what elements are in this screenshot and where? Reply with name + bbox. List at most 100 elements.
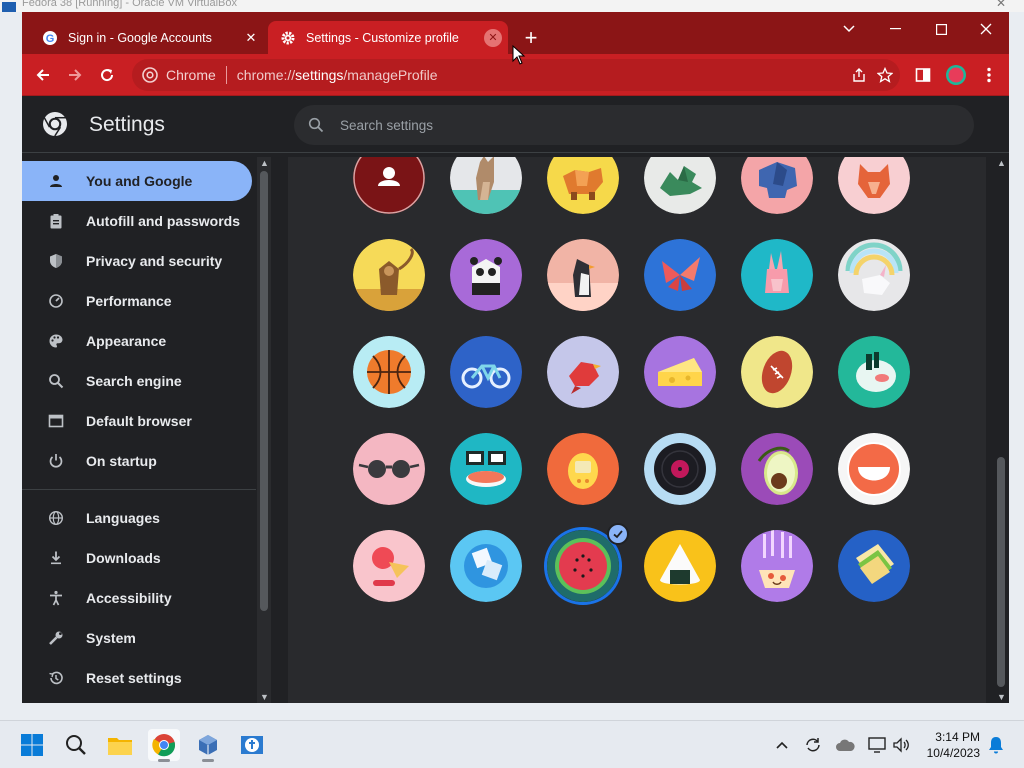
avatar-dragon[interactable]	[644, 157, 716, 214]
avatar-cheese[interactable]	[644, 336, 716, 408]
sidebar-item-autofill[interactable]: Autofill and passwords	[22, 201, 252, 241]
chrome-logo-icon	[42, 111, 68, 137]
system-clock[interactable]: 3:14 PM 10/4/2023	[927, 729, 980, 761]
side-panel-icon[interactable]	[910, 62, 936, 88]
sync-icon[interactable]	[803, 735, 823, 755]
share-icon[interactable]	[850, 66, 868, 84]
virtualbox-taskbar-icon[interactable]	[192, 729, 224, 762]
avatar-fox-dog[interactable]	[547, 157, 619, 214]
sidebar-item-system[interactable]: System	[22, 618, 252, 658]
sidebar-item-default-browser[interactable]: Default browser	[22, 401, 252, 441]
shield-icon	[46, 251, 66, 271]
windows-start-icon[interactable]	[16, 729, 48, 761]
sidebar-item-privacy[interactable]: Privacy and security	[22, 241, 252, 281]
bookmark-star-icon[interactable]	[876, 66, 894, 84]
avatar-monkey[interactable]	[353, 239, 425, 311]
host-window-title: Fedora 38 [Running] - Oracle VM VirtualB…	[22, 0, 238, 9]
chrome-taskbar-icon[interactable]	[148, 729, 180, 762]
scrollbar-thumb[interactable]	[260, 171, 268, 611]
profile-avatar-button[interactable]	[943, 62, 969, 88]
sidebar-item-search-engine[interactable]: Search engine	[22, 361, 252, 401]
sidebar-item-reset-settings[interactable]: Reset settings	[22, 658, 252, 698]
tab-settings[interactable]: Settings - Customize profile ✕	[268, 21, 508, 54]
network-monitor-icon[interactable]	[867, 735, 887, 755]
host-close-icon[interactable]: ✕	[996, 0, 1006, 10]
avatar-sushi-bowl[interactable]	[838, 336, 910, 408]
sidebar-item-appearance[interactable]: Appearance	[22, 321, 252, 361]
avatar-avocado[interactable]	[741, 433, 813, 505]
sidebar-item-label: Accessibility	[86, 590, 172, 606]
avatar-basketball[interactable]	[353, 336, 425, 408]
avatar-rabbit[interactable]	[741, 239, 813, 311]
avatar-football[interactable]	[741, 336, 813, 408]
avatar-ice-cream[interactable]	[353, 530, 425, 602]
speedometer-icon	[46, 291, 66, 311]
tab-close-icon[interactable]: ✕	[484, 28, 502, 47]
scrollbar-thumb[interactable]	[997, 457, 1005, 687]
virtualbox-icon	[2, 2, 16, 12]
sidebar-item-you-and-google[interactable]: You and Google	[22, 161, 252, 201]
avatar-unicorn[interactable]	[838, 239, 910, 311]
reload-button[interactable]	[94, 62, 120, 88]
sidebar-item-accessibility[interactable]: Accessibility	[22, 578, 252, 618]
volume-icon[interactable]	[891, 735, 911, 755]
clipboard-icon	[46, 211, 66, 231]
gear-icon	[280, 30, 296, 46]
onedrive-cloud-icon[interactable]	[835, 735, 855, 755]
google-g-icon: G	[42, 30, 58, 46]
avatar-onigiri[interactable]	[644, 530, 716, 602]
sidebar-item-on-startup[interactable]: On startup	[22, 441, 252, 481]
notification-bell-icon[interactable]	[986, 735, 1006, 755]
sidebar-item-performance[interactable]: Performance	[22, 281, 252, 321]
scroll-up-arrow-icon[interactable]: ▲	[997, 158, 1006, 168]
scroll-down-arrow-icon[interactable]: ▼	[997, 692, 1006, 702]
avatar-sunglasses[interactable]	[353, 433, 425, 505]
avatar-penguin[interactable]	[547, 239, 619, 311]
avatar-watermelon[interactable]	[547, 530, 619, 602]
search-icon	[46, 371, 66, 391]
sidebar-item-label: Autofill and passwords	[86, 213, 241, 229]
tab-close-icon[interactable]: ✕	[242, 29, 260, 47]
search-input[interactable]	[340, 117, 840, 133]
minimize-button[interactable]	[872, 16, 918, 42]
search-box[interactable]	[294, 105, 974, 145]
avatar-box[interactable]	[450, 530, 522, 602]
avatar-bird[interactable]	[547, 336, 619, 408]
url-host: settings	[295, 67, 344, 83]
avatar-pizza[interactable]	[741, 530, 813, 602]
fedora-vm-icon[interactable]	[237, 729, 269, 761]
sidebar-item-languages[interactable]: Languages	[22, 498, 252, 538]
running-app-indicator	[202, 759, 214, 762]
avatar-panda[interactable]	[450, 239, 522, 311]
close-window-button[interactable]	[963, 16, 1009, 42]
avatar-elephant[interactable]	[741, 157, 813, 214]
content-scrollbar[interactable]: ▲ ▼	[994, 157, 1008, 703]
tray-overflow-chevron-icon[interactable]	[772, 735, 792, 755]
back-button[interactable]	[30, 62, 56, 88]
scroll-up-arrow-icon[interactable]: ▲	[260, 158, 269, 168]
avatar-person[interactable]	[353, 157, 425, 214]
sidebar-item-label: Languages	[86, 510, 160, 526]
avatar-tamagotchi[interactable]	[547, 433, 619, 505]
avatar-vinyl[interactable]	[644, 433, 716, 505]
taskbar-search-icon[interactable]	[60, 729, 92, 761]
sidebar-item-label: Default browser	[86, 413, 192, 429]
avatar-bicycle[interactable]	[450, 336, 522, 408]
tab-search-chevron-icon[interactable]	[826, 16, 872, 42]
scroll-down-arrow-icon[interactable]: ▼	[260, 692, 269, 702]
avatar-fox[interactable]	[838, 157, 910, 214]
sidebar-item-downloads[interactable]: Downloads	[22, 538, 252, 578]
file-explorer-icon[interactable]	[104, 729, 136, 761]
avatar-cat[interactable]	[450, 157, 522, 214]
kebab-menu-icon[interactable]	[976, 62, 1002, 88]
avatar-smile[interactable]	[838, 433, 910, 505]
avatar-sushi[interactable]	[450, 433, 522, 505]
avatar-sandwich[interactable]	[838, 530, 910, 602]
maximize-button[interactable]	[918, 16, 964, 42]
tab-sign-in[interactable]: G Sign in - Google Accounts ✕	[30, 21, 266, 54]
sidebar-item-label: You and Google	[86, 173, 193, 189]
header-divider	[22, 152, 1009, 153]
forward-button[interactable]	[62, 62, 88, 88]
sidebar-scrollbar[interactable]: ▲ ▼	[257, 157, 271, 703]
avatar-butterfly[interactable]	[644, 239, 716, 311]
